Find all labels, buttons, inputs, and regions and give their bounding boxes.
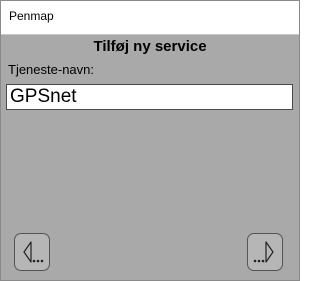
app-window: Penmap Tilføj ny service Tjeneste-navn: xyxy=(0,0,300,281)
page-title: Tilføj ny service xyxy=(93,38,207,55)
next-button[interactable] xyxy=(247,233,283,271)
service-name-label: Tjeneste-navn: xyxy=(8,62,94,77)
service-name-input[interactable] xyxy=(6,84,293,110)
form-panel: Tilføj ny service Tjeneste-navn: xyxy=(1,35,299,280)
arrow-right-ellipsis-icon xyxy=(253,241,274,263)
title-bar: Penmap xyxy=(1,1,299,35)
previous-button[interactable] xyxy=(14,233,50,271)
arrow-left-ellipsis-icon xyxy=(23,241,44,263)
window-title: Penmap xyxy=(9,9,54,23)
